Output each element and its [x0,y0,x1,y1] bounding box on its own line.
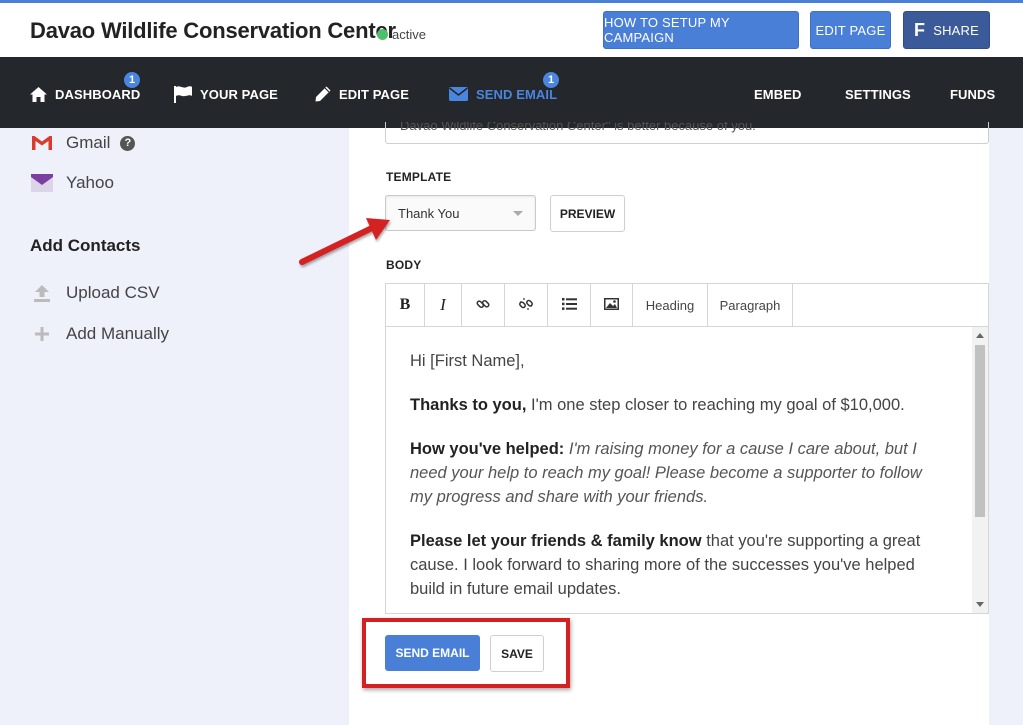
status-dot-icon [377,29,388,40]
image-button[interactable] [591,284,633,326]
unlink-button[interactable] [505,284,548,326]
gmail-label: Gmail [66,133,111,152]
sidebar-item-yahoo[interactable]: Yahoo [30,173,114,193]
list-button[interactable] [548,284,591,326]
facebook-icon: f [914,19,926,40]
scroll-down-icon[interactable] [976,602,984,607]
add-contacts-heading: Add Contacts [30,236,141,255]
edit-page-button[interactable]: EDIT PAGE [810,11,891,49]
nav-send-email[interactable]: SEND EMAIL [449,84,557,104]
nav-funds[interactable]: FUNDS [950,84,995,104]
how-to-setup-button[interactable]: HOW TO SETUP MY CAMPAIGN [603,11,799,49]
link-button[interactable] [462,284,505,326]
status-indicator: active [377,27,426,42]
scrollbar-thumb[interactable] [975,345,985,517]
nav-send-email-label: SEND EMAIL [476,86,558,102]
image-icon [604,297,619,313]
status-label: active [392,27,426,42]
nav-embed[interactable]: EMBED [754,84,801,104]
body-greeting: Hi [First Name], [410,352,525,370]
rich-text-editor: B I Heading Paragraph Hi [First Name], T… [385,283,989,614]
upload-icon [30,284,54,302]
annotation-highlight-box [362,618,570,688]
template-label: TEMPLATE [386,170,452,184]
gmail-icon [30,135,54,151]
body-paragraph-3: Please let your friends & family know th… [410,529,948,601]
nav-dashboard[interactable]: DASHBOARD [30,84,140,104]
preview-button[interactable]: PREVIEW [550,195,625,232]
plus-icon [30,326,54,342]
send-email-badge: 1 [542,71,560,89]
body-p3-bold: Please let your friends & family know [410,532,702,550]
nav-your-page[interactable]: YOUR PAGE [174,84,278,104]
template-selected-value: Thank You [398,205,460,221]
nav-edit-page-label: EDIT PAGE [339,86,410,102]
unlink-icon [519,297,533,314]
nav-settings[interactable]: SETTINGS [845,84,911,104]
body-p1-text: I'm one step closer to reaching my goal … [526,396,905,414]
sidebar-item-add-manually[interactable]: Add Manually [30,324,169,344]
add-manually-label: Add Manually [66,324,170,343]
sidebar-item-upload-csv[interactable]: Upload CSV [30,283,160,303]
chevron-down-icon [513,211,523,216]
home-icon [30,86,47,102]
paragraph-button[interactable]: Paragraph [708,284,793,326]
body-p1-bold: Thanks to you, [410,396,527,414]
subject-input[interactable]: Davao Wildlife Conservation Center" is b… [385,122,989,144]
page-title: Davao Wildlife Conservation Center [30,18,396,43]
email-body-content[interactable]: Hi [First Name], Thanks to you, I'm one … [386,327,972,613]
pencil-icon [315,86,331,102]
heading-button[interactable]: Heading [633,284,708,326]
dashboard-badge: 1 [123,71,141,89]
link-icon [476,297,490,314]
flag-icon [174,85,192,103]
body-paragraph-1: Thanks to you, I'm one step closer to re… [410,393,948,417]
share-button[interactable]: f SHARE [903,11,990,49]
italic-button[interactable]: I [425,284,462,326]
bullet-list-icon [561,297,577,313]
body-p2-bold: How you've helped: [410,440,565,458]
share-label: SHARE [933,22,979,38]
editor-scrollbar[interactable] [972,327,988,613]
top-header: Davao Wildlife Conservation Center activ… [0,0,1023,57]
main-nav: DASHBOARD 1 YOUR PAGE EDIT PAGE SEND EMA… [0,57,1023,128]
annotation-arrow-icon [299,218,390,265]
help-icon[interactable]: ? [120,135,136,151]
template-select[interactable]: Thank You [385,195,536,231]
sidebar-item-gmail[interactable]: Gmail ? [30,133,136,153]
body-paragraph-2: How you've helped: I'm raising money for… [410,437,948,509]
nav-edit-page[interactable]: EDIT PAGE [315,84,409,104]
bold-button[interactable]: B [386,284,425,326]
yahoo-icon [30,174,54,192]
nav-your-page-label: YOUR PAGE [200,86,278,102]
yahoo-label: Yahoo [66,173,114,192]
nav-dashboard-label: DASHBOARD [55,86,141,102]
envelope-icon [449,87,468,101]
editor-toolbar: B I Heading Paragraph [386,284,988,327]
scroll-up-icon[interactable] [976,333,984,338]
upload-csv-label: Upload CSV [66,283,160,302]
